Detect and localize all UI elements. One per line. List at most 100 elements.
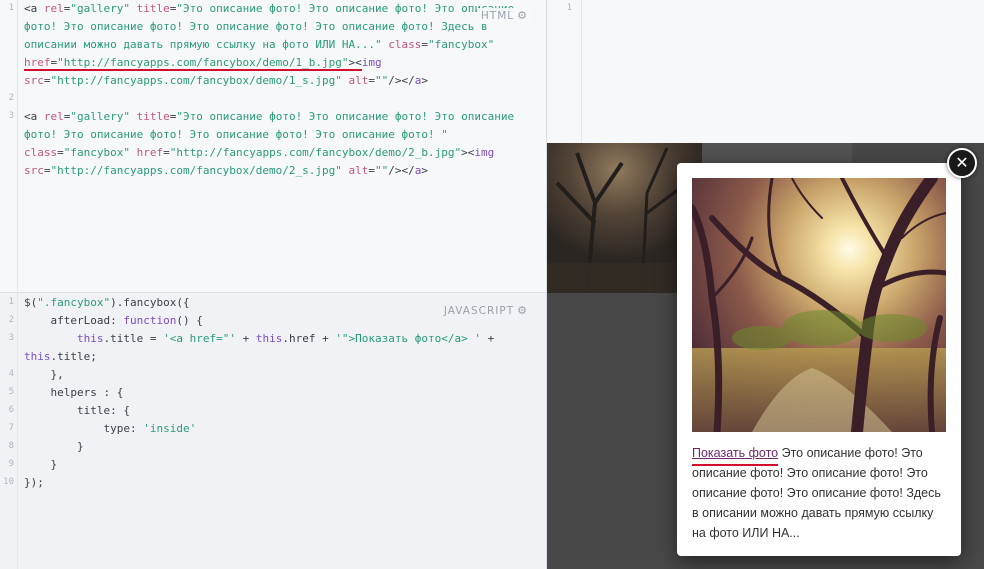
code-line[interactable]: type: 'inside' bbox=[24, 420, 540, 438]
code-token: this bbox=[76, 332, 104, 345]
code-token: = bbox=[43, 164, 51, 177]
code-token: this bbox=[24, 350, 51, 363]
code-token: + bbox=[235, 332, 256, 345]
code-token: >< bbox=[348, 56, 362, 69]
line-number: 6 bbox=[8, 405, 14, 415]
code-token: <a bbox=[24, 110, 44, 123]
code-token: /></ bbox=[388, 164, 415, 177]
code-token: src bbox=[24, 74, 44, 87]
code-token: helpers : { bbox=[24, 386, 124, 399]
code-token: }); bbox=[24, 476, 44, 489]
javascript-editor-pane[interactable]: 1 2 3 4 5 6 7 8 9 10 $(".fancybox").fancybox({ af… bbox=[0, 292, 547, 569]
code-token: () { bbox=[176, 314, 203, 327]
html-editor-label: HTML ⚙ bbox=[476, 8, 532, 23]
result-preview-pane: Показать фото Это описание фото! Это опи… bbox=[547, 143, 984, 569]
code-token: this bbox=[255, 332, 283, 345]
code-token: "fancybox" bbox=[428, 38, 495, 51]
code-line[interactable]: }, bbox=[24, 366, 540, 384]
code-token: = bbox=[43, 74, 51, 87]
code-token: alt bbox=[348, 164, 369, 177]
gear-icon[interactable]: ⚙ bbox=[517, 304, 528, 317]
code-token: = bbox=[57, 146, 64, 159]
code-line[interactable]: src="http://fancyapps.com/fancybox/demo/… bbox=[24, 72, 540, 90]
line-number: 2 bbox=[8, 93, 14, 103]
js-code-content[interactable]: $(".fancybox").fancybox({ afterLoad: fun… bbox=[24, 294, 540, 492]
line-number: 9 bbox=[8, 459, 14, 469]
code-token: href bbox=[136, 146, 164, 159]
line-number: 1 bbox=[566, 3, 572, 13]
code-line[interactable]: фото! Это описание фото! Это описание фо… bbox=[24, 18, 540, 36]
html-code-content[interactable]: <a rel = "gallery" title = "Это описание фот… bbox=[24, 0, 540, 180]
code-token: "" bbox=[375, 74, 389, 87]
code-token: rel bbox=[43, 110, 64, 123]
gear-icon[interactable]: ⚙ bbox=[517, 9, 528, 22]
show-photo-link[interactable]: Показать фото bbox=[692, 446, 778, 460]
html-editor-pane[interactable]: 1 2 3 <a rel = "gallery" title = "Это описан… bbox=[0, 0, 547, 291]
code-token: >< bbox=[461, 146, 475, 159]
lightbox-caption: Показать фото Это описание фото! Это опи… bbox=[692, 443, 950, 543]
code-line[interactable]: class="fancybox" href="http://fancyapps.… bbox=[24, 144, 540, 162]
code-token: = bbox=[163, 146, 170, 159]
line-number: 3 bbox=[8, 333, 14, 343]
code-line[interactable]: фото! Это описание фото! Это описание фо… bbox=[24, 126, 540, 144]
css-editor-pane[interactable]: 1 bbox=[548, 0, 984, 143]
code-token: img bbox=[474, 146, 495, 159]
line-number: 3 bbox=[8, 111, 14, 121]
code-line[interactable]: } bbox=[24, 456, 540, 474]
code-line[interactable]: <a rel="gallery" title="Это описание фот… bbox=[24, 108, 540, 126]
close-button[interactable]: ✕ bbox=[947, 148, 977, 178]
code-token: "gallery" bbox=[70, 110, 130, 123]
js-editor-label: JAVASCRIPT ⚙ bbox=[439, 303, 532, 318]
code-token: "fancybox" bbox=[63, 146, 130, 159]
code-line[interactable]: this.title = '<a href="' + this.href + '… bbox=[24, 330, 540, 348]
code-line[interactable]: this.title; bbox=[24, 348, 540, 366]
code-token: = bbox=[421, 38, 428, 51]
line-number: 1 bbox=[8, 3, 14, 13]
code-token: .title = bbox=[103, 332, 164, 345]
js-editor-gutter: 1 2 3 4 5 6 7 8 9 10 bbox=[0, 293, 18, 569]
close-icon: ✕ bbox=[955, 153, 969, 172]
code-token: } bbox=[24, 440, 84, 453]
line-number: 7 bbox=[8, 423, 14, 433]
code-line[interactable]: описании можно давать прямую ссылку на ф… bbox=[24, 36, 540, 54]
code-line[interactable]: <a rel="gallery" title="Это описание фот… bbox=[24, 0, 540, 18]
code-token: afterLoad: bbox=[24, 314, 124, 327]
code-token: "http://fancyapps.com/fancybox/demo/1_b.… bbox=[57, 56, 349, 69]
code-token: .href + bbox=[282, 332, 336, 345]
code-token: '<a href="' bbox=[163, 332, 236, 345]
js-label-text: JAVASCRIPT bbox=[443, 305, 515, 317]
code-token: "gallery" bbox=[70, 2, 130, 15]
code-token: > bbox=[421, 164, 429, 177]
code-token: class bbox=[388, 38, 422, 51]
code-line[interactable]: src="http://fancyapps.com/fancybox/demo/… bbox=[24, 162, 540, 180]
line-number: 4 bbox=[8, 369, 14, 379]
html-label-text: HTML bbox=[480, 10, 515, 22]
code-token: "http://fancyapps.com/fancybox/demo/2_s.… bbox=[50, 164, 342, 177]
caption-text: Это описание фото! Это описание фото! Эт… bbox=[692, 446, 941, 540]
code-token: /></ bbox=[388, 74, 415, 87]
code-token: $( bbox=[24, 296, 38, 309]
lightbox-photo[interactable] bbox=[692, 178, 946, 432]
code-line[interactable]: title: { bbox=[24, 402, 540, 420]
code-token: href bbox=[24, 56, 51, 69]
code-line[interactable] bbox=[24, 90, 540, 108]
code-token: "Это описание фото! Это описание фото! Э… bbox=[176, 110, 515, 123]
code-token: ).fancybox({ bbox=[110, 296, 190, 309]
code-token: class bbox=[24, 146, 58, 159]
code-token: }, bbox=[24, 368, 64, 381]
fancybox-lightbox: Показать фото Это описание фото! Это опи… bbox=[677, 163, 961, 556]
code-token: "" bbox=[375, 164, 389, 177]
code-token: > bbox=[421, 74, 429, 87]
line-number: 10 bbox=[3, 477, 14, 487]
code-line[interactable]: }); bbox=[24, 474, 540, 492]
html-editor-gutter: 1 2 3 bbox=[0, 0, 18, 291]
code-line[interactable]: helpers : { bbox=[24, 384, 540, 402]
link-underline-annotation bbox=[692, 464, 778, 466]
code-line[interactable]: } bbox=[24, 438, 540, 456]
code-token: фото! Это описание фото! Это описание фо… bbox=[24, 128, 448, 141]
code-token: '">Показать фото</a> ' bbox=[335, 332, 482, 345]
href-underline-annotation bbox=[24, 69, 362, 71]
line-number: 5 bbox=[8, 387, 14, 397]
